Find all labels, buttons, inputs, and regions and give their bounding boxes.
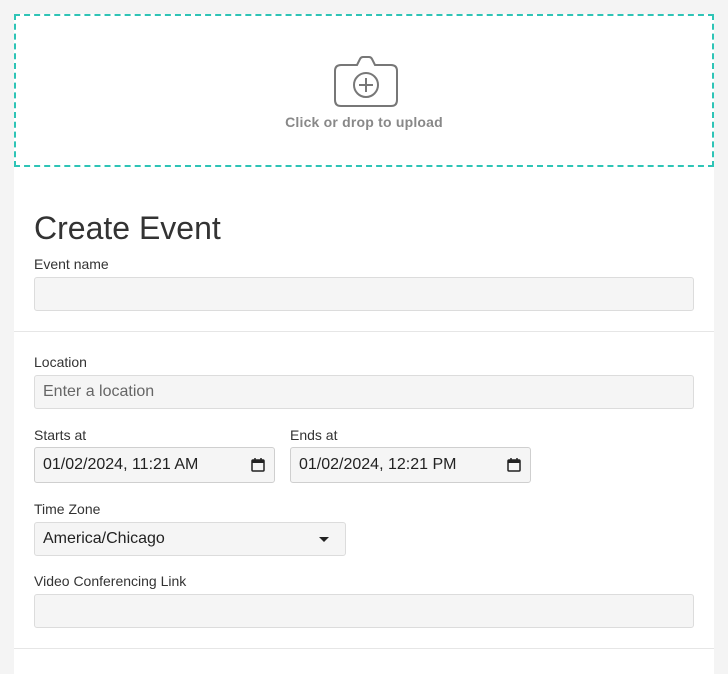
event-name-label: Event name	[34, 256, 109, 272]
starts-at-datetime-input[interactable]: 01/02/2024, 11:21 AM	[34, 447, 275, 483]
event-name-input[interactable]	[34, 277, 694, 311]
starts-at-label: Starts at	[34, 427, 87, 443]
section-divider	[14, 648, 714, 649]
upload-label: Click or drop to upload	[285, 114, 443, 130]
create-event-card: Click or drop to upload Create Event Eve…	[14, 14, 714, 674]
video-link-label: Video Conferencing Link	[34, 573, 187, 589]
camera-plus-icon	[333, 56, 399, 108]
section-divider	[14, 331, 714, 332]
page-title: Create Event	[34, 210, 221, 246]
location-input[interactable]	[34, 375, 694, 409]
video-link-input[interactable]	[34, 594, 694, 628]
time-zone-label: Time Zone	[34, 501, 101, 517]
ends-at-value: 01/02/2024, 12:21 PM	[299, 456, 457, 473]
starts-at-value: 01/02/2024, 11:21 AM	[43, 456, 199, 473]
time-zone-value: America/Chicago	[43, 530, 165, 547]
location-label: Location	[34, 354, 87, 370]
calendar-icon[interactable]	[250, 457, 266, 473]
chevron-down-icon	[319, 536, 329, 542]
ends-at-label: Ends at	[290, 427, 338, 443]
time-zone-select[interactable]: America/Chicago	[34, 522, 346, 556]
ends-at-datetime-input[interactable]: 01/02/2024, 12:21 PM	[290, 447, 531, 483]
calendar-icon[interactable]	[506, 457, 522, 473]
image-upload-dropzone[interactable]: Click or drop to upload	[14, 14, 714, 167]
